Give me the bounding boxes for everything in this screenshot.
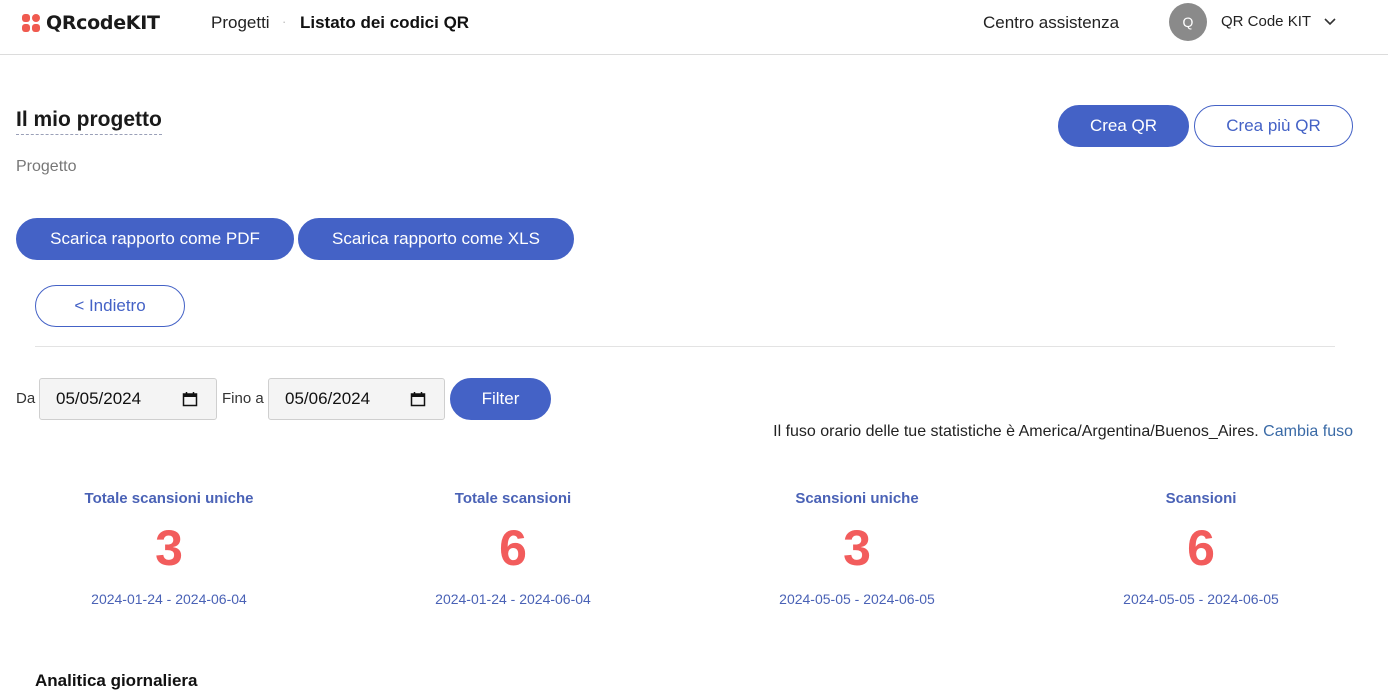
logo-text: QRcodeKIT — [46, 12, 160, 34]
create-multiple-qr-button[interactable]: Crea più QR — [1194, 105, 1353, 147]
to-date-value: 05/06/2024 — [285, 389, 371, 408]
change-timezone-link[interactable]: Cambia fuso — [1263, 423, 1353, 440]
stat-date-range: 2024-05-05 - 2024-06-05 — [779, 591, 935, 607]
stat-unique-scans: Scansioni uniche 3 2024-05-05 - 2024-06-… — [707, 490, 1007, 607]
stat-label: Scansioni — [1165, 490, 1237, 507]
top-header: QRcodeKIT Progetti · Listato dei codici … — [0, 0, 1388, 55]
daily-analytics-heading: Analitica giornaliera — [35, 671, 198, 690]
divider — [35, 346, 1335, 347]
stat-value: 3 — [155, 520, 183, 576]
breadcrumb-current: Listato dei codici QR — [300, 13, 470, 32]
calendar-icon[interactable] — [410, 391, 426, 407]
timezone-note: Il fuso orario delle tue statistiche è A… — [773, 423, 1353, 441]
stat-date-range: 2024-01-24 - 2024-06-04 — [91, 591, 247, 607]
breadcrumb-projects[interactable]: Progetti — [211, 13, 270, 33]
breadcrumb-separator: · — [282, 14, 287, 29]
calendar-icon[interactable] — [182, 391, 198, 407]
stat-date-range: 2024-05-05 - 2024-06-05 — [1123, 591, 1279, 607]
stat-value: 3 — [843, 520, 871, 576]
create-qr-button[interactable]: Crea QR — [1058, 105, 1189, 147]
from-date-value: 05/05/2024 — [56, 389, 142, 408]
back-button[interactable]: < Indietro — [35, 285, 185, 327]
username[interactable]: QR Code KIT — [1221, 13, 1311, 30]
stat-scans: Scansioni 6 2024-05-05 - 2024-06-05 — [1051, 490, 1351, 607]
stat-value: 6 — [499, 520, 527, 576]
timezone-text: Il fuso orario delle tue statistiche è A… — [773, 423, 1259, 440]
avatar[interactable]: Q — [1169, 3, 1207, 41]
to-date-input[interactable]: 05/06/2024 — [268, 378, 445, 420]
to-label: Fino a — [222, 390, 264, 407]
stat-total-unique-scans: Totale scansioni uniche 3 2024-01-24 - 2… — [19, 490, 319, 607]
download-pdf-button[interactable]: Scarica rapporto come PDF — [16, 218, 294, 260]
chevron-down-icon[interactable] — [1323, 14, 1337, 28]
stat-label: Totale scansioni — [454, 490, 572, 507]
stat-date-range: 2024-01-24 - 2024-06-04 — [435, 591, 591, 607]
help-center-link[interactable]: Centro assistenza — [983, 13, 1119, 33]
stat-value: 6 — [1187, 520, 1215, 576]
stat-label: Scansioni uniche — [795, 490, 919, 507]
logo-icon — [22, 14, 40, 32]
from-label: Da — [16, 390, 36, 407]
download-xls-button[interactable]: Scarica rapporto come XLS — [298, 218, 574, 260]
project-title[interactable]: Il mio progetto — [16, 108, 162, 135]
from-date-input[interactable]: 05/05/2024 — [39, 378, 217, 420]
filter-button[interactable]: Filter — [450, 378, 551, 420]
project-subtitle: Progetto — [16, 158, 77, 175]
stat-total-scans: Totale scansioni 6 2024-01-24 - 2024-06-… — [363, 490, 663, 607]
brand-logo[interactable]: QRcodeKIT — [22, 12, 160, 34]
stat-label: Totale scansioni uniche — [84, 490, 254, 507]
